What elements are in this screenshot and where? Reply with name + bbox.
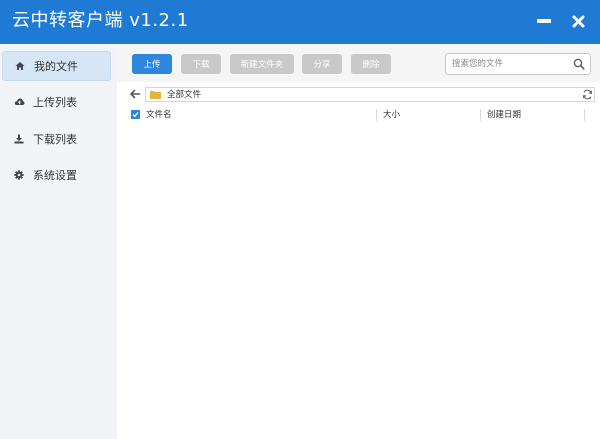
column-header-name[interactable]: 文件名 — [146, 109, 172, 121]
column-header-created-date[interactable]: 创建日期 — [487, 109, 521, 121]
column-divider — [376, 109, 377, 121]
sidebar-item-upload-list[interactable]: 上传列表 — [2, 87, 111, 117]
sidebar: 我的文件 上传列表 下载列表 系统设置 — [0, 44, 117, 439]
share-button[interactable]: 分享 — [302, 54, 342, 74]
column-divider — [480, 109, 481, 121]
delete-button[interactable]: 删除 — [351, 54, 391, 74]
home-icon — [14, 60, 26, 72]
gear-icon — [13, 169, 25, 181]
sidebar-item-settings[interactable]: 系统设置 — [2, 160, 111, 190]
sidebar-item-label: 我的文件 — [34, 60, 78, 73]
app-title: 云中转客户端 v1.2.1 — [12, 10, 189, 31]
sidebar-item-download-list[interactable]: 下载列表 — [2, 124, 111, 154]
search-icon[interactable] — [573, 58, 585, 70]
column-header-size[interactable]: 大小 — [383, 109, 400, 121]
download-button[interactable]: 下载 — [181, 54, 221, 74]
refresh-icon[interactable] — [582, 89, 593, 100]
minimize-button[interactable] — [533, 10, 555, 32]
main-panel: 上传 下载 新建文件夹 分享 删除 全部文件 — [117, 44, 600, 439]
table-header: 文件名 大小 创建日期 — [129, 107, 595, 123]
select-all-checkbox[interactable] — [131, 110, 140, 119]
folder-icon — [150, 91, 161, 99]
toolbar: 上传 下载 新建文件夹 分享 删除 — [117, 44, 600, 82]
path-bar: 全部文件 — [145, 87, 595, 102]
title-bar: 云中转客户端 v1.2.1 — [0, 0, 600, 44]
cloud-upload-icon — [13, 96, 25, 108]
new-folder-button[interactable]: 新建文件夹 — [230, 54, 294, 74]
close-icon — [572, 15, 584, 27]
search-input[interactable] — [452, 57, 570, 71]
sidebar-item-label: 系统设置 — [33, 169, 77, 182]
upload-button[interactable]: 上传 — [132, 54, 172, 74]
close-button[interactable] — [567, 10, 589, 32]
download-icon — [13, 133, 25, 145]
minimize-icon — [537, 19, 551, 23]
search-box — [445, 53, 591, 75]
sidebar-item-label: 下载列表 — [33, 133, 77, 146]
breadcrumb[interactable]: 全部文件 — [167, 89, 201, 101]
sidebar-item-my-files[interactable]: 我的文件 — [2, 51, 111, 81]
check-icon — [132, 112, 139, 118]
sidebar-item-label: 上传列表 — [33, 96, 77, 109]
column-divider — [584, 109, 585, 121]
back-arrow-icon[interactable] — [129, 88, 141, 100]
